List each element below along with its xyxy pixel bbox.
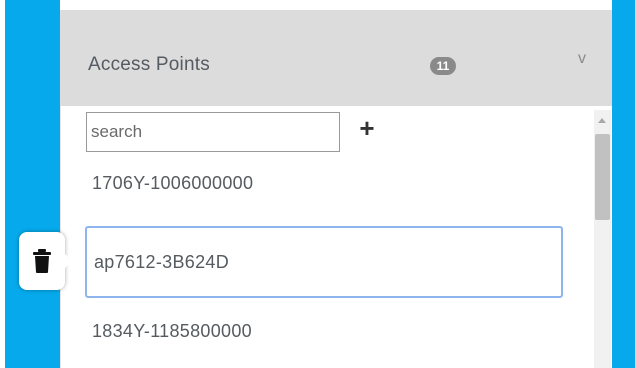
panel-title: Access Points: [88, 54, 210, 75]
delete-button[interactable]: [19, 232, 72, 290]
right-accent-bar: [612, 0, 635, 368]
list-item[interactable]: 1834Y-1185800000: [92, 321, 252, 342]
trash-icon: [33, 249, 51, 273]
access-point-count-badge: 11: [430, 57, 456, 75]
scroll-up-icon[interactable]: [598, 118, 606, 123]
list-item-label[interactable]: ap7612-3B624D: [94, 252, 229, 273]
access-points-panel-header[interactable]: Access Points 11 v: [60, 10, 612, 106]
list-item[interactable]: 1706Y-1006000000: [92, 173, 253, 194]
top-strip: [60, 0, 612, 10]
search-input[interactable]: [86, 112, 340, 152]
chevron-down-icon[interactable]: v: [578, 50, 586, 68]
plus-icon[interactable]: +: [356, 114, 378, 142]
scrollbar-thumb[interactable]: [595, 134, 610, 220]
left-accent-bar: [5, 0, 60, 368]
